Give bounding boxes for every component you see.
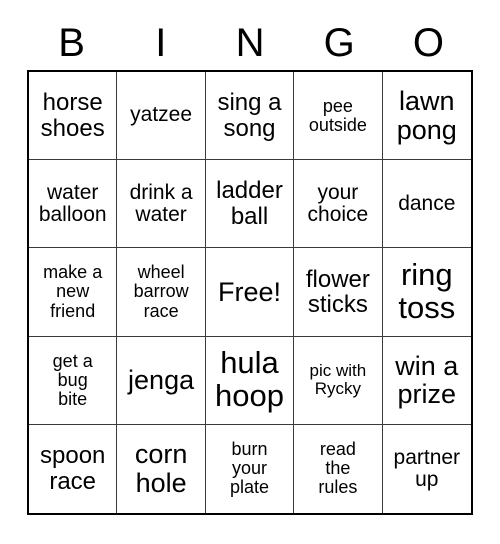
bingo-cell[interactable]: win a prize xyxy=(382,336,471,425)
bingo-cell-label: partner up xyxy=(393,445,461,491)
bingo-cell-label: horse shoes xyxy=(40,89,105,142)
bingo-cell-label: sing a song xyxy=(217,89,282,142)
bingo-cell-label: lawn pong xyxy=(396,85,457,145)
bingo-cell-label: win a prize xyxy=(395,350,459,410)
bingo-cell[interactable]: get a bug bite xyxy=(29,336,118,425)
bingo-cell[interactable]: dance xyxy=(382,160,471,249)
bingo-cell-label: hula hoop xyxy=(215,345,284,414)
bingo-cell[interactable]: ring toss xyxy=(382,248,471,337)
bingo-cell[interactable]: wheel barrow race xyxy=(117,248,206,337)
bingo-cell[interactable]: spoon race xyxy=(29,424,118,513)
bingo-cell[interactable]: sing a song xyxy=(205,72,295,161)
bingo-cell-label: ladder ball xyxy=(216,177,283,230)
bingo-cell-label: spoon race xyxy=(40,442,106,495)
bingo-cell-label: drink a water xyxy=(129,180,193,226)
bingo-cell-label: ring toss xyxy=(398,257,456,325)
header-letter-n: N xyxy=(235,21,265,65)
bingo-card: B I N G O horse shoes yatzee sing a song pe… xyxy=(0,0,500,544)
bingo-cell-label: jenga xyxy=(128,364,195,395)
bingo-cell-label: wheel barrow race xyxy=(133,262,189,321)
bingo-cell[interactable]: water balloon xyxy=(29,160,118,249)
bingo-cell-label: Free! xyxy=(217,276,281,307)
bingo-cell[interactable]: corn hole xyxy=(117,424,206,513)
bingo-cell-label: read the rules xyxy=(318,439,358,498)
header-letter-i: I xyxy=(155,21,167,65)
bingo-cell-label: corn hole xyxy=(134,439,188,498)
header-letter-o: O xyxy=(412,21,444,65)
bingo-cell-label: dance xyxy=(398,191,456,215)
bingo-cell[interactable]: burn your plate xyxy=(205,424,295,513)
bingo-cell[interactable]: yatzee xyxy=(117,72,206,161)
bingo-cell[interactable]: lawn pong xyxy=(382,72,471,161)
bingo-cell-label: flower sticks xyxy=(305,265,370,318)
header-letter-b: B xyxy=(58,21,85,65)
bingo-cell[interactable]: flower sticks xyxy=(294,248,383,337)
bingo-cell[interactable]: drink a water xyxy=(117,160,206,249)
bingo-cell[interactable]: hula hoop xyxy=(205,336,295,425)
header-letter-g: G xyxy=(323,21,355,65)
bingo-cell[interactable]: your choice xyxy=(294,160,383,249)
bingo-cell-label: pic with Rycky xyxy=(309,361,367,399)
bingo-cell[interactable]: pic with Rycky xyxy=(294,336,383,425)
bingo-cell-label: pee outside xyxy=(308,95,367,135)
bingo-cell[interactable]: ladder ball xyxy=(205,160,295,249)
bingo-header-row: B I N G O xyxy=(27,16,473,70)
bingo-cell-label: water balloon xyxy=(38,180,107,226)
bingo-cell-label: your choice xyxy=(307,180,369,226)
bingo-cell[interactable]: horse shoes xyxy=(29,72,118,161)
bingo-grid: horse shoes yatzee sing a song pee outside l… xyxy=(27,70,473,515)
bingo-cell[interactable]: pee outside xyxy=(294,72,383,161)
bingo-cell-label: get a bug bite xyxy=(52,350,93,409)
bingo-cell-label: burn your plate xyxy=(229,439,270,498)
bingo-cell-label: yatzee xyxy=(130,103,193,127)
bingo-cell[interactable]: jenga xyxy=(117,336,206,425)
bingo-cell[interactable]: partner up xyxy=(382,424,471,513)
bingo-cell[interactable]: Free! xyxy=(205,248,295,337)
bingo-cell[interactable]: read the rules xyxy=(294,424,383,513)
bingo-cell-label: make a new friend xyxy=(43,262,103,321)
bingo-cell[interactable]: make a new friend xyxy=(29,248,118,337)
